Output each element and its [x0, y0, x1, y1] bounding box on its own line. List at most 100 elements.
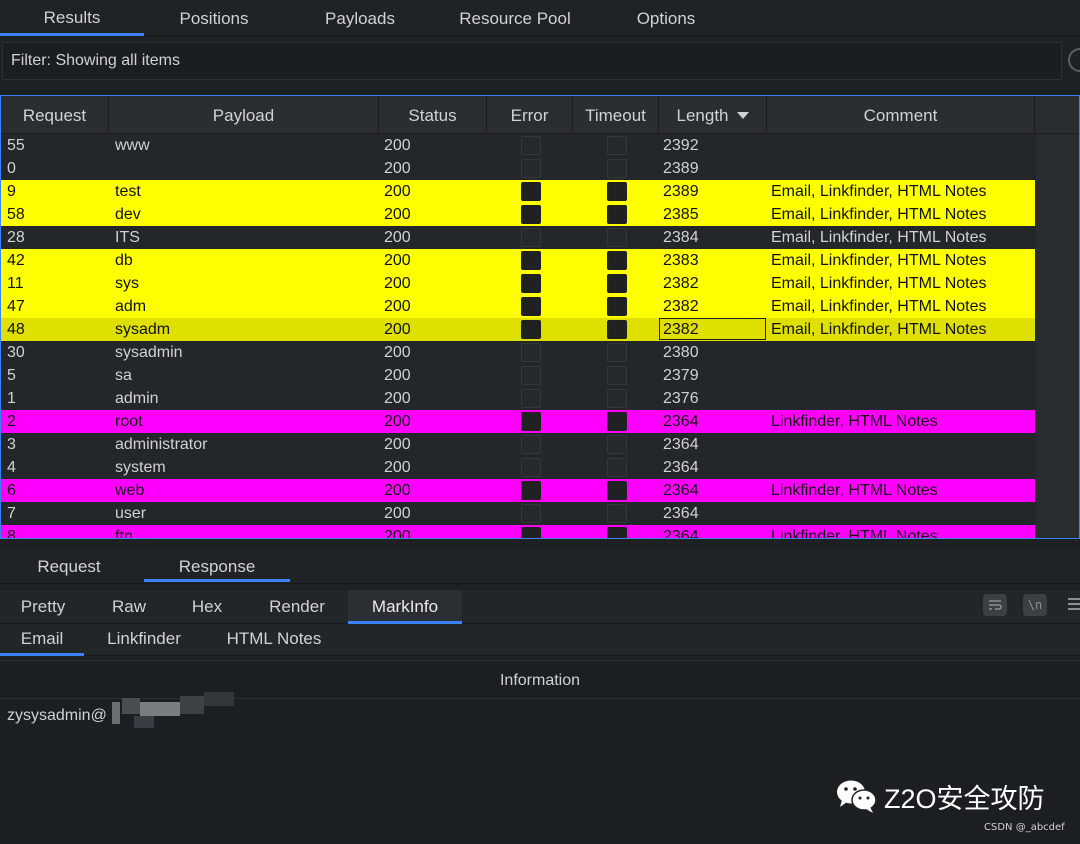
- table-row[interactable]: 28 ITS 200 2384 Email, Linkfinder, HTML Note…: [1, 226, 1035, 249]
- cell-comment: [771, 502, 1035, 525]
- filter-help-icon[interactable]: [1068, 48, 1080, 72]
- cell-payload: adm: [115, 298, 147, 315]
- tab-response[interactable]: Response: [144, 548, 290, 582]
- table-scrollbar[interactable]: [1036, 134, 1079, 538]
- table-row[interactable]: 8 ftp 200 2364 Linkfinder, HTML Notes: [1, 525, 1035, 539]
- col-length-label: Length: [676, 106, 729, 125]
- cell-request: 0: [7, 160, 16, 177]
- error-checkbox: [521, 320, 541, 339]
- tab-email[interactable]: Email: [0, 624, 84, 656]
- cell-payload: ITS: [115, 229, 140, 246]
- message-tab-bar: Request Response: [0, 548, 1080, 584]
- error-checkbox: [521, 297, 541, 316]
- cell-status: 200: [384, 252, 411, 269]
- tab-raw[interactable]: Raw: [86, 590, 172, 624]
- cell-status: 200: [384, 160, 411, 177]
- cell-status: 200: [384, 436, 411, 453]
- cell-comment: Email, Linkfinder, HTML Notes: [771, 229, 987, 246]
- table-row[interactable]: 1 admin 200 2376: [1, 387, 1035, 410]
- cell-payload: [115, 157, 375, 180]
- table-row[interactable]: 42 db 200 2383 Email, Linkfinder, HTML Notes: [1, 249, 1035, 272]
- filter-bar[interactable]: Filter: Showing all items: [2, 42, 1062, 80]
- timeout-checkbox: [607, 481, 627, 500]
- cell-comment: Linkfinder, HTML Notes: [771, 413, 938, 430]
- error-checkbox: [521, 481, 541, 500]
- cell-length: 2385: [663, 206, 699, 223]
- cell-request: 6: [7, 482, 16, 499]
- error-checkbox: [521, 159, 541, 178]
- results-table: Request Payload Status Error Timeout Len…: [0, 95, 1080, 539]
- menu-icon[interactable]: [1068, 598, 1080, 612]
- table-row[interactable]: 4 system 200 2364: [1, 456, 1035, 479]
- cell-status: 200: [384, 459, 411, 476]
- table-row[interactable]: 48 sysadm 200 2382 Email, Linkfinder, HTML N…: [1, 318, 1035, 341]
- cell-length: 2364: [663, 413, 699, 430]
- tab-results[interactable]: Results: [0, 0, 144, 36]
- col-comment[interactable]: Comment: [767, 96, 1035, 134]
- table-row[interactable]: 2 root 200 2364 Linkfinder, HTML Notes: [1, 410, 1035, 433]
- table-row[interactable]: 47 adm 200 2382 Email, Linkfinder, HTML Note…: [1, 295, 1035, 318]
- table-row[interactable]: 0 200 2389: [1, 157, 1035, 180]
- cell-comment: [771, 433, 1035, 456]
- newline-toggle-icon[interactable]: \n: [1023, 594, 1047, 616]
- cell-status: 200: [384, 137, 411, 154]
- table-row[interactable]: 7 user 200 2364: [1, 502, 1035, 525]
- tab-render[interactable]: Render: [250, 590, 344, 624]
- error-checkbox: [521, 182, 541, 201]
- table-row[interactable]: 9 test 200 2389 Email, Linkfinder, HTML Note…: [1, 180, 1035, 203]
- timeout-checkbox: [607, 251, 627, 270]
- col-request[interactable]: Request: [1, 96, 109, 134]
- timeout-checkbox: [607, 435, 627, 454]
- cell-comment: [771, 341, 1035, 364]
- col-error[interactable]: Error: [487, 96, 573, 134]
- tab-request[interactable]: Request: [0, 548, 138, 582]
- tab-hex[interactable]: Hex: [172, 590, 242, 624]
- cell-length: 2364: [663, 436, 699, 453]
- cell-payload: web: [115, 482, 145, 499]
- cell-comment: [771, 157, 1035, 180]
- timeout-checkbox: [607, 205, 627, 224]
- error-checkbox: [521, 274, 541, 293]
- col-payload[interactable]: Payload: [109, 96, 379, 134]
- tab-markinfo[interactable]: MarkInfo: [348, 590, 462, 624]
- watermark-credit: CSDN @_abcdef: [984, 822, 1065, 833]
- cell-request: 4: [7, 459, 16, 476]
- cell-comment: Linkfinder, HTML Notes: [771, 528, 938, 539]
- table-row[interactable]: 55 www 200 2392: [1, 134, 1035, 157]
- cell-payload: sys: [115, 275, 139, 292]
- cell-length: 2379: [663, 367, 699, 384]
- tab-html-notes[interactable]: HTML Notes: [214, 624, 334, 656]
- view-tab-bar: Pretty Raw Hex Render MarkInfo \n: [0, 590, 1080, 624]
- cell-payload: sysadmin: [115, 344, 183, 361]
- table-row[interactable]: 30 sysadmin 200 2380: [1, 341, 1035, 364]
- timeout-checkbox: [607, 527, 627, 538]
- error-checkbox: [521, 205, 541, 224]
- tab-payloads[interactable]: Payloads: [296, 0, 424, 36]
- cell-status: 200: [384, 206, 411, 223]
- col-spacer: [1035, 96, 1079, 134]
- table-row[interactable]: 5 sa 200 2379: [1, 364, 1035, 387]
- timeout-checkbox: [607, 389, 627, 408]
- table-row[interactable]: 3 administrator 200 2364: [1, 433, 1035, 456]
- col-status[interactable]: Status: [379, 96, 487, 134]
- tab-linkfinder[interactable]: Linkfinder: [96, 624, 192, 656]
- table-row[interactable]: 58 dev 200 2385 Email, Linkfinder, HTML Note…: [1, 203, 1035, 226]
- watermark: Z2O安全攻防: [836, 776, 1045, 816]
- cell-payload: sa: [115, 367, 132, 384]
- table-row[interactable]: 11 sys 200 2382 Email, Linkfinder, HTML Note…: [1, 272, 1035, 295]
- cell-comment: [771, 364, 1035, 387]
- cell-comment: [771, 134, 1035, 157]
- tab-pretty[interactable]: Pretty: [0, 590, 86, 624]
- email-value[interactable]: zysysadmin@: [7, 707, 107, 725]
- wrap-lines-icon[interactable]: [983, 594, 1007, 616]
- cell-request: 58: [7, 206, 25, 223]
- cell-payload: www: [115, 137, 150, 154]
- tab-resource-pool[interactable]: Resource Pool: [444, 0, 586, 36]
- table-row[interactable]: 6 web 200 2364 Linkfinder, HTML Notes: [1, 479, 1035, 502]
- cell-length: 2389: [663, 160, 699, 177]
- tab-positions[interactable]: Positions: [150, 0, 278, 36]
- col-timeout[interactable]: Timeout: [573, 96, 659, 134]
- cell-comment: Email, Linkfinder, HTML Notes: [771, 321, 987, 338]
- tab-options[interactable]: Options: [606, 0, 726, 36]
- col-length[interactable]: Length: [659, 96, 767, 134]
